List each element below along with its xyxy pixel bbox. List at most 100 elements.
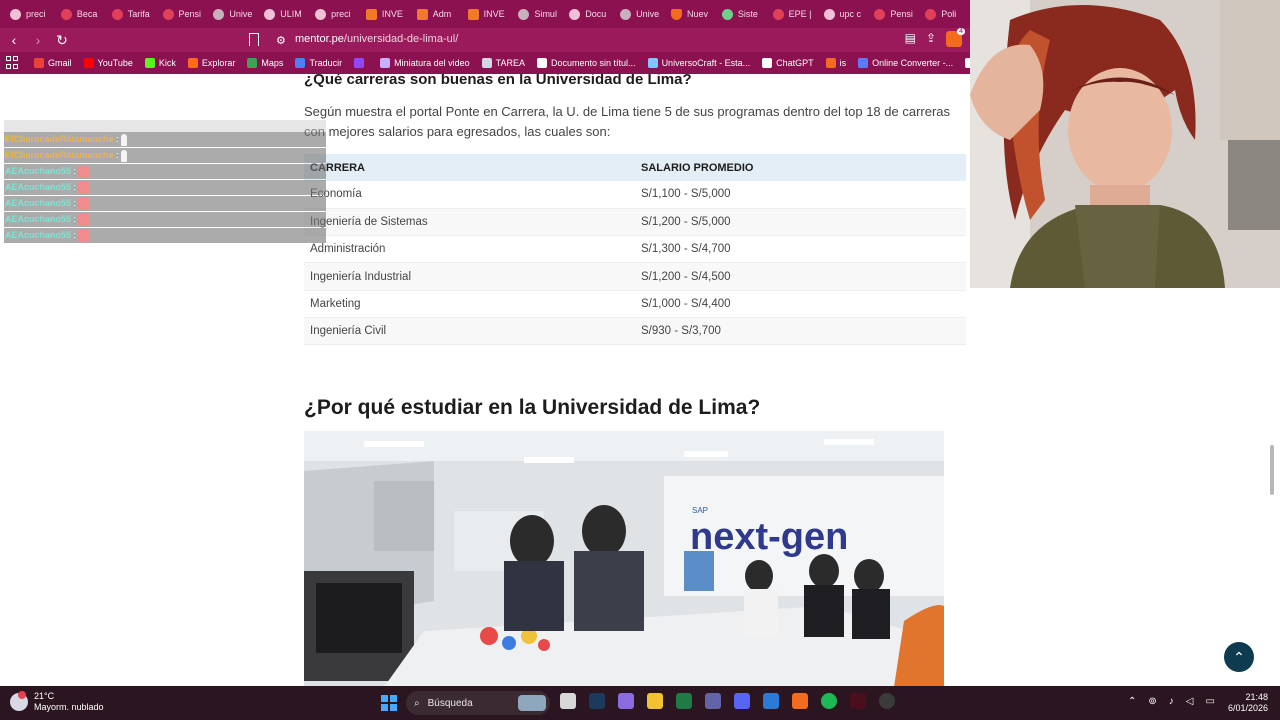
tab-label: Pensi (178, 9, 202, 19)
brave-shields-icon[interactable]: 4 (946, 28, 965, 47)
browser-tab[interactable]: Unive (207, 3, 258, 25)
url-field[interactable]: mentor.pe/universidad-de-lima-ul/ (295, 33, 458, 45)
google-icon (10, 8, 21, 20)
bookmark-label: Online Converter -... (872, 58, 954, 68)
bookmark-item[interactable]: is (825, 58, 846, 68)
table-header-row: CARRERA SALARIO PROMEDIO (304, 154, 966, 181)
browser-tab[interactable]: preci (309, 3, 360, 25)
bookmark-item[interactable]: UniversoCraft - Esta... (647, 58, 750, 68)
browser-tab[interactable]: Docu (563, 3, 614, 25)
bookmark-item[interactable]: Traducir (295, 58, 342, 68)
chat-separator: : (113, 150, 119, 160)
tab-label: Docu (585, 9, 607, 19)
scroll-to-top-button[interactable]: ⌃ (1224, 642, 1254, 672)
browser-tab[interactable]: INVE (462, 3, 513, 25)
taskbar-search[interactable]: ⌕ Búsqueda (406, 691, 550, 715)
chat-username: AEAcuchano55 (5, 198, 72, 208)
clock-time: 21:48 (1245, 692, 1268, 702)
forward-button[interactable]: › (28, 30, 48, 50)
share-icon[interactable]: ⇪ (926, 31, 936, 47)
browser-tab[interactable]: Beca (55, 3, 106, 25)
teams-icon[interactable] (705, 693, 721, 709)
browser-tab[interactable]: Tarifa (106, 3, 157, 25)
shields-badge: 4 (957, 28, 965, 35)
campus-photo: SAP next-gen (304, 431, 944, 686)
bookmark-favicon-icon (34, 58, 44, 68)
screen: preci Beca Tarifa Pensi Unive ULIM preci INVE Ad… (0, 0, 1280, 720)
bookmark-item[interactable]: TAREA (481, 58, 525, 68)
browser-tab[interactable]: Adm (411, 3, 462, 25)
clock-date: 6/01/2026 (1227, 703, 1268, 713)
browser-tab[interactable]: Siste (716, 3, 767, 25)
header-salario: SALARIO PROMEDIO (635, 154, 966, 181)
bookmark-item[interactable]: Miniatura del video (380, 58, 470, 68)
browser-tab[interactable]: Nuev (665, 3, 716, 25)
tab-label: INVE (483, 9, 505, 19)
browser-tab[interactable]: preci (4, 3, 55, 25)
bookmark-item[interactable]: YouTube (83, 58, 133, 68)
browser-tab[interactable]: upc c (818, 3, 869, 25)
back-button[interactable]: ‹ (4, 30, 24, 50)
tab-label: preci (26, 9, 46, 19)
browser-tab[interactable]: ULIM (258, 3, 309, 25)
bookmark-item[interactable]: Documento sin títul... (537, 58, 636, 68)
bookmark-item[interactable]: ChatGPT (762, 58, 814, 68)
task-view-icon[interactable] (560, 693, 576, 709)
chat-separator: : (71, 198, 77, 208)
docs-icon (569, 8, 581, 20)
scrollbar-thumb[interactable] (1270, 445, 1274, 495)
discord-icon[interactable] (734, 693, 750, 709)
system-clock[interactable]: 21:48 6/01/2026 (1228, 692, 1268, 714)
brave-browser-icon[interactable] (792, 693, 808, 709)
spotify-icon[interactable] (821, 693, 837, 709)
bookmark-label: Traducir (309, 58, 343, 68)
bookmark-item[interactable]: Explorar (187, 58, 235, 68)
system-tray: ⌃ ⊚ ♪ ◁ ▭ (1128, 696, 1215, 707)
cell-carrera: Ingeniería de Sistemas (304, 208, 635, 237)
tab-label: INVE (381, 9, 403, 19)
chat-message: AEAcuchano55 : (4, 228, 326, 243)
microphone-icon[interactable]: ♪ (1169, 696, 1174, 707)
browser-tab[interactable]: Pensi (157, 3, 208, 25)
bookmark-item[interactable]: Kick (144, 58, 176, 68)
tab-label: Pensi (890, 9, 913, 19)
windows-start-icon[interactable] (381, 695, 397, 711)
browser-tab[interactable]: INVE (360, 3, 411, 25)
gear-icon (365, 8, 377, 20)
browser-tab[interactable]: Unive (614, 3, 665, 25)
bookmark-icon[interactable] (249, 33, 259, 46)
obs-icon[interactable] (879, 693, 895, 709)
tab-label: EPE | (788, 9, 812, 19)
browser-tab[interactable]: Simul (512, 3, 563, 25)
pawn-emote-icon (120, 149, 127, 162)
bookmark-item[interactable]: Gmail (34, 58, 72, 68)
network-icon[interactable]: ⊚ (1148, 696, 1156, 707)
browser-tab[interactable]: Pensi (868, 3, 919, 25)
volume-icon[interactable]: ◁ (1186, 696, 1194, 707)
tray-overflow-icon[interactable]: ⌃ (1128, 696, 1136, 707)
reader-mode-icon[interactable]: ▤ (905, 31, 916, 47)
browser-tab[interactable]: EPE | (767, 3, 818, 25)
site-info-icon[interactable]: ⚙ (276, 34, 286, 47)
file-explorer-icon[interactable] (647, 693, 663, 709)
bookmark-favicon-icon (858, 58, 869, 68)
mail-icon[interactable] (763, 693, 779, 709)
ulima-icon (874, 8, 886, 20)
table-row: Economía S/1,100 - S/5,000 (304, 181, 966, 209)
browser-tab[interactable]: Poli (919, 3, 970, 25)
page-scrollbar[interactable] (1268, 290, 1276, 686)
steam-icon[interactable] (589, 693, 605, 709)
app-icon[interactable] (850, 693, 866, 709)
weather-icon (10, 691, 28, 711)
reload-button[interactable]: ↻ (52, 30, 72, 50)
bookmark-favicon-icon (537, 58, 548, 68)
bookmark-item[interactable]: Online Converter -... (858, 58, 953, 68)
bookmark-favicon-icon (380, 58, 391, 68)
excel-icon[interactable] (676, 693, 692, 709)
battery-icon[interactable]: ▭ (1205, 696, 1214, 707)
bookmark-item[interactable]: Maps (247, 58, 283, 68)
weather-widget[interactable]: 21°C Mayorm. nublado (10, 691, 104, 713)
apps-grid-icon[interactable] (6, 56, 18, 70)
bookmark-item[interactable] (354, 58, 368, 68)
copilot-icon[interactable] (618, 693, 634, 709)
